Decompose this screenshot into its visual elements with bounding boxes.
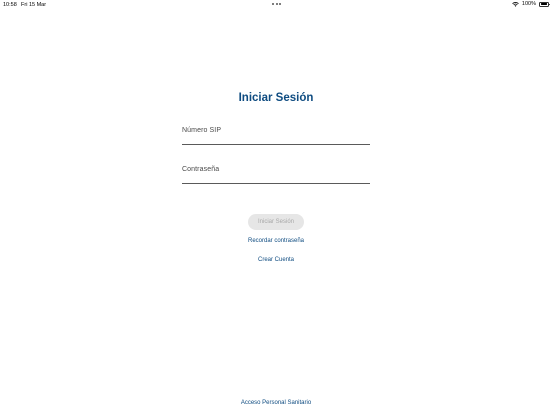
battery-percentage: 100%	[521, 1, 536, 7]
password-input[interactable]	[182, 173, 370, 184]
create-account-link[interactable]: Crear Cuenta	[258, 257, 294, 263]
status-date: Fri 15 Mar	[21, 2, 47, 8]
password-field: Contraseña	[182, 166, 370, 184]
staff-access-link[interactable]: Acceso Personal Sanitario	[241, 400, 311, 406]
recover-password-row: Recordar contraseña	[0, 238, 552, 244]
multitasking-dots-icon[interactable]	[272, 3, 281, 5]
sip-label: Número SIP	[182, 127, 222, 134]
battery-icon	[539, 1, 550, 7]
status-indicators: 100%	[512, 1, 550, 7]
recover-password-link[interactable]: Recordar contraseña	[248, 238, 304, 244]
wifi-icon	[512, 1, 519, 7]
password-label: Contraseña	[182, 166, 220, 173]
page-title: Iniciar Sesión	[238, 92, 314, 104]
create-account-row: Crear Cuenta	[0, 257, 552, 263]
status-bar: 10:58 Fri 15 Mar 100%	[0, 0, 552, 10]
status-time: 10:58	[3, 2, 17, 8]
sip-input[interactable]	[182, 134, 370, 145]
login-button[interactable]: Iniciar Sesión	[248, 214, 304, 230]
sip-field: Número SIP	[182, 127, 370, 145]
staff-access-row: Acceso Personal Sanitario	[0, 400, 552, 406]
login-screen: 10:58 Fri 15 Mar 100% Iniciar Sesión Núm…	[0, 0, 552, 414]
